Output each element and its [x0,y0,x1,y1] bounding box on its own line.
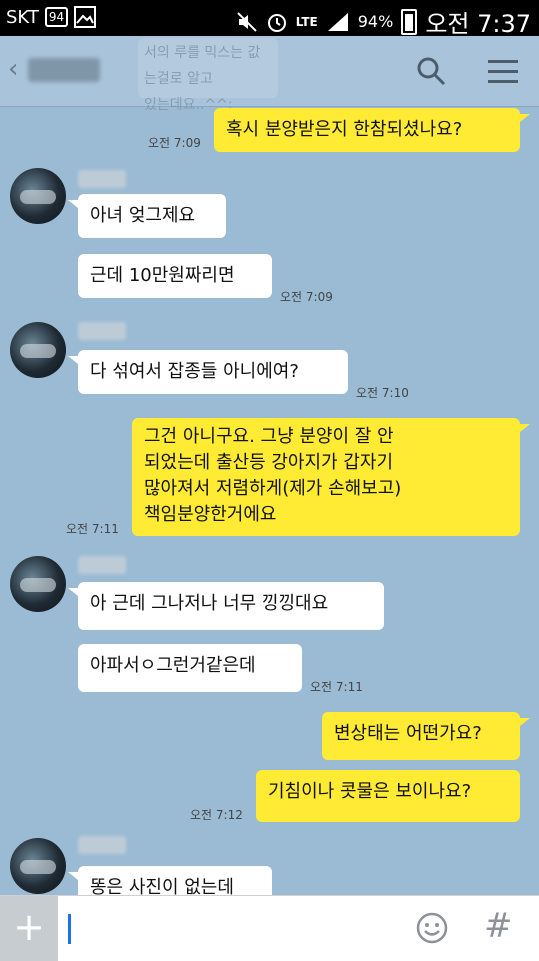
message-time: 오전 7:11 [66,522,119,536]
bubble-tail [520,718,530,726]
chat-area: 오전 7:09 혹시 분양받은지 한참되셨나요? 아녀 엊그제요 근데 10만원… [0,106,539,895]
incoming-message[interactable]: 아녀 엊그제요 [78,194,226,238]
bubble-tail [520,424,530,432]
outgoing-message[interactable]: 혹시 분양받은지 한참되셨나요? [214,108,520,152]
status-right: LTE 94% 오전 7:37 [236,4,531,39]
alarm-icon [267,13,286,32]
avatar[interactable] [10,168,66,224]
chat-room-name [28,58,100,82]
incoming-message[interactable]: 아 근데 그나저나 너무 낑낑대요 [78,582,384,630]
message-input-bar: + # [0,895,539,961]
bubble-tail [68,356,78,364]
chat-header: ‹ 서의 루를 믹스는 값는걸로 알고 있는데요..^^; [0,36,539,113]
status-bar: SKT 94 LTE 94% 오전 7:37 [0,0,539,39]
carrier-label: SKT [6,6,39,28]
bubble-tail [68,200,78,208]
sender-name [78,170,126,188]
outgoing-message[interactable]: 기침이나 콧물은 보이나요? [256,770,520,822]
clock: 오전 7:37 [425,10,531,38]
network-label: LTE [295,14,318,29]
battery-label: 94% [357,12,394,31]
sender-name [78,556,126,574]
message-input[interactable] [68,914,71,944]
emoticon-icon[interactable] [416,912,448,944]
sender-name [78,322,126,340]
bubble-tail [68,872,78,880]
search-icon[interactable] [416,56,446,86]
bubble-tail [520,114,530,122]
mute-icon [236,11,257,32]
status-left: SKT 94 [6,6,97,28]
avatar[interactable] [10,322,66,378]
incoming-message[interactable]: 아파서ㅇ그런거같은데 [78,644,302,692]
avatar[interactable] [10,556,66,612]
battery-icon [401,8,418,35]
incoming-message[interactable]: 똥은 사진이 없는데 [78,866,272,895]
message-time: 오전 7:09 [148,136,201,150]
message-time: 오전 7:10 [356,386,409,400]
incoming-message[interactable]: 근데 10만원짜리면 [78,254,272,298]
sender-name [78,836,126,854]
message-time: 오전 7:12 [190,808,243,822]
hash-button[interactable]: # [484,906,513,946]
incoming-message[interactable]: 다 섞여서 잡종들 아니에여? [78,350,348,394]
notification-badge: 94 [44,7,69,27]
gallery-icon [74,6,97,28]
bubble-tail [68,588,78,596]
message-time: 오전 7:11 [310,680,363,694]
add-attachment-button[interactable]: + [0,896,58,961]
outgoing-message[interactable]: 변상태는 어떤가요? [322,712,520,760]
outgoing-message[interactable]: 그건 아니구요. 그냥 분양이 잘 안 되었는데 출산등 강아지가 갑자기 많아… [132,418,520,536]
faded-message-preview: 서의 루를 믹스는 값는걸로 알고 있는데요..^^; [138,38,278,113]
signal-icon [327,12,348,31]
back-icon[interactable]: ‹ [8,54,18,84]
message-time: 오전 7:09 [280,290,333,304]
avatar[interactable] [10,838,66,894]
menu-icon[interactable] [488,60,518,84]
